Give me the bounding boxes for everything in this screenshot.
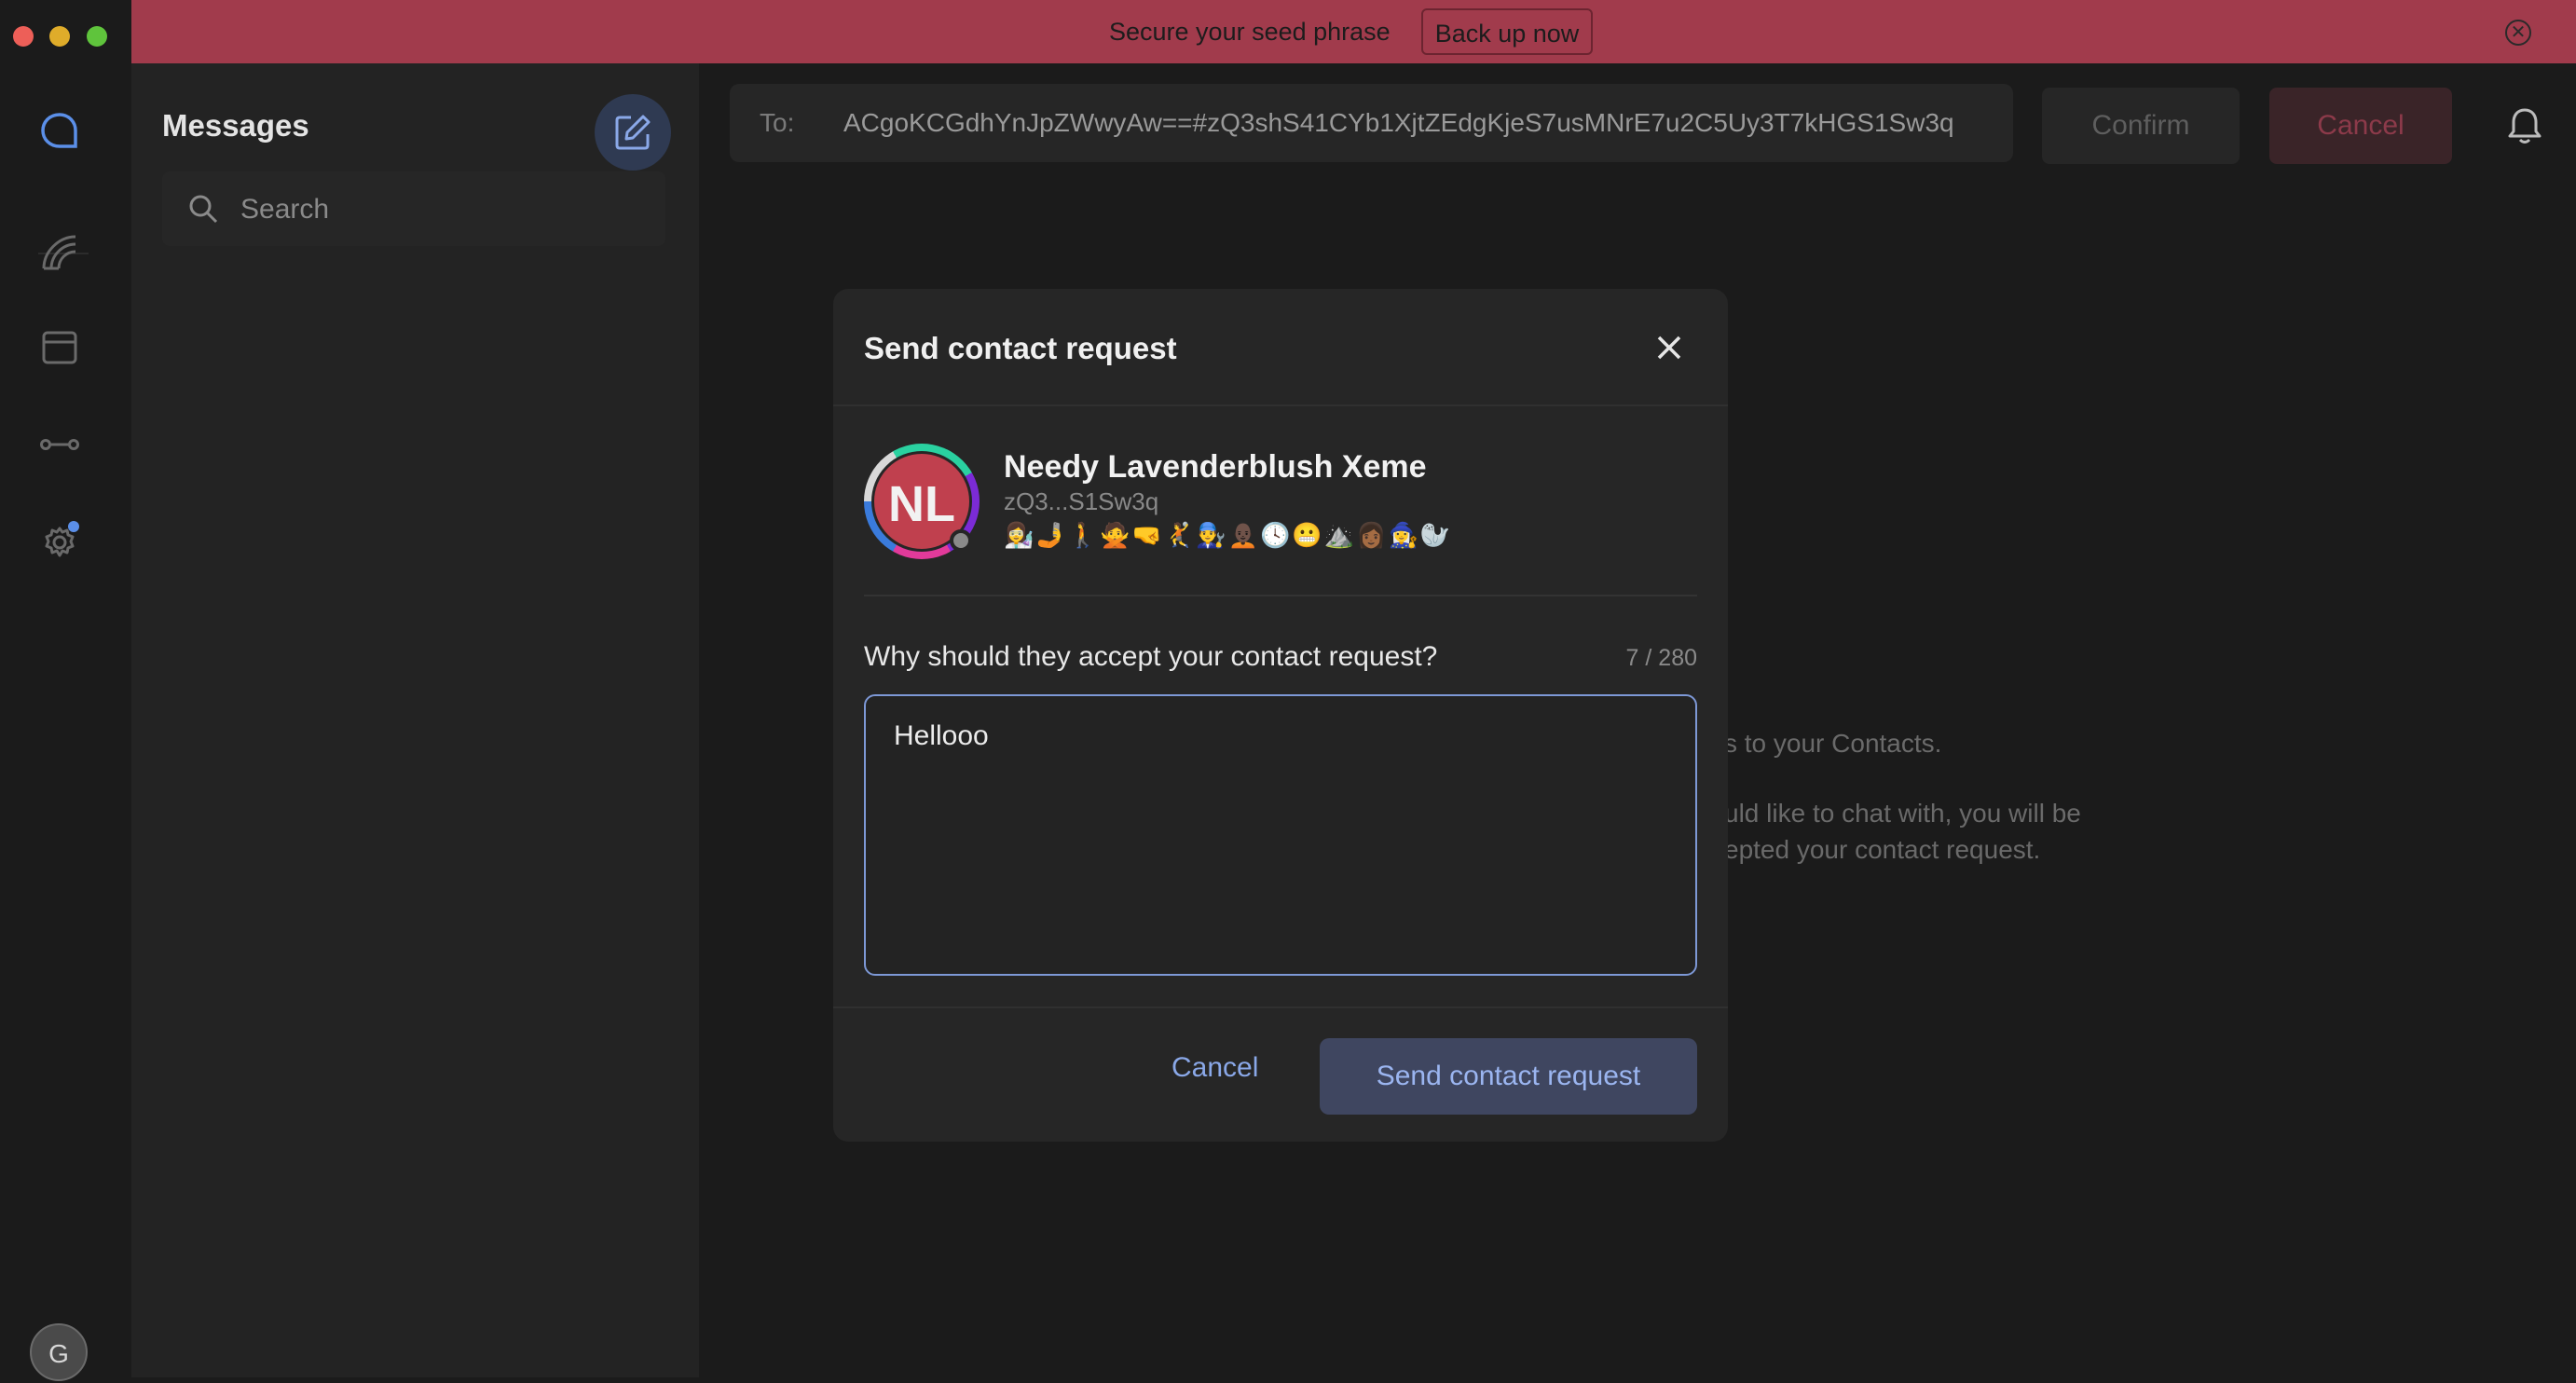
compose-button[interactable]	[595, 94, 671, 171]
contact-name: Needy Lavenderblush Xeme	[1004, 449, 1427, 485]
empty-state-line-3: epted your contact request.	[1724, 835, 2041, 864]
edit-icon	[615, 115, 651, 150]
empty-state-line-2: uld like to chat with, you will be	[1724, 799, 2081, 828]
chat-bubble-icon[interactable]	[36, 108, 83, 155]
banner-message: Secure your seed phrase	[1109, 18, 1391, 46]
contact-avatar: NL	[864, 444, 980, 559]
dialog-title: Send contact request	[864, 331, 1177, 365]
divider	[864, 595, 1697, 596]
back-up-now-button[interactable]: Back up now	[1421, 8, 1593, 55]
online-status-indicator	[950, 529, 972, 552]
empty-state-line-1: s to your Contacts.	[1724, 729, 1942, 758]
contact-key: zQ3...S1Sw3q	[1004, 487, 1159, 515]
profile-avatar[interactable]: G	[30, 1323, 88, 1381]
recipient-input[interactable]: To: ACgoKCGdhYnJpZWwyAw==#zQ3shS41CYb1Xj…	[730, 84, 2013, 162]
dialog-header: Send contact request	[833, 289, 1728, 406]
send-contact-request-dialog: Send contact request NL Needy Lavenderbl…	[833, 289, 1728, 1142]
wallet-icon[interactable]	[36, 324, 83, 371]
search-icon	[189, 195, 218, 224]
close-icon[interactable]	[1652, 331, 1686, 364]
app-navigation-rail: G	[0, 63, 131, 1381]
window-close-button[interactable]	[13, 26, 34, 47]
send-contact-request-button[interactable]: Send contact request	[1320, 1038, 1697, 1115]
bell-icon[interactable]	[2507, 106, 2542, 145]
window-maximize-button[interactable]	[87, 26, 107, 47]
confirm-button[interactable]: Confirm	[2042, 88, 2240, 164]
character-count: 7 / 280	[1625, 645, 1697, 671]
gear-icon[interactable]	[36, 517, 83, 564]
cancel-button[interactable]: Cancel	[2269, 88, 2452, 164]
to-label: To:	[760, 108, 795, 137]
contact-emoji-hash: 👩‍🔬🤳🚶🙅🤜🤾👨‍🔧🧑🏿‍🦲🕓😬⛰️👩🏾🧙‍♀️🦭	[1004, 522, 1453, 550]
rainbow-icon[interactable]	[36, 229, 83, 276]
search-input[interactable]: Search	[162, 171, 665, 246]
recipient-value: ACgoKCGdhYnJpZWwyAw==#zQ3shS41CYb1XjtZEd…	[843, 108, 1954, 137]
dialog-cancel-button[interactable]: Cancel	[1172, 1052, 1258, 1084]
close-circle-icon[interactable]: ✕	[2505, 20, 2531, 46]
messages-title: Messages	[162, 108, 309, 143]
link-icon[interactable]	[36, 421, 83, 468]
window-minimize-button[interactable]	[49, 26, 70, 47]
messages-panel: Messages Search	[131, 63, 699, 1377]
dialog-footer: Cancel Send contact request	[833, 1006, 1728, 1142]
seed-phrase-banner: Secure your seed phrase Back up now ✕	[0, 0, 2576, 63]
search-placeholder: Search	[240, 194, 330, 225]
reason-textarea[interactable]: Hellooo	[864, 694, 1697, 976]
reason-label: Why should they accept your contact requ…	[864, 641, 1438, 672]
